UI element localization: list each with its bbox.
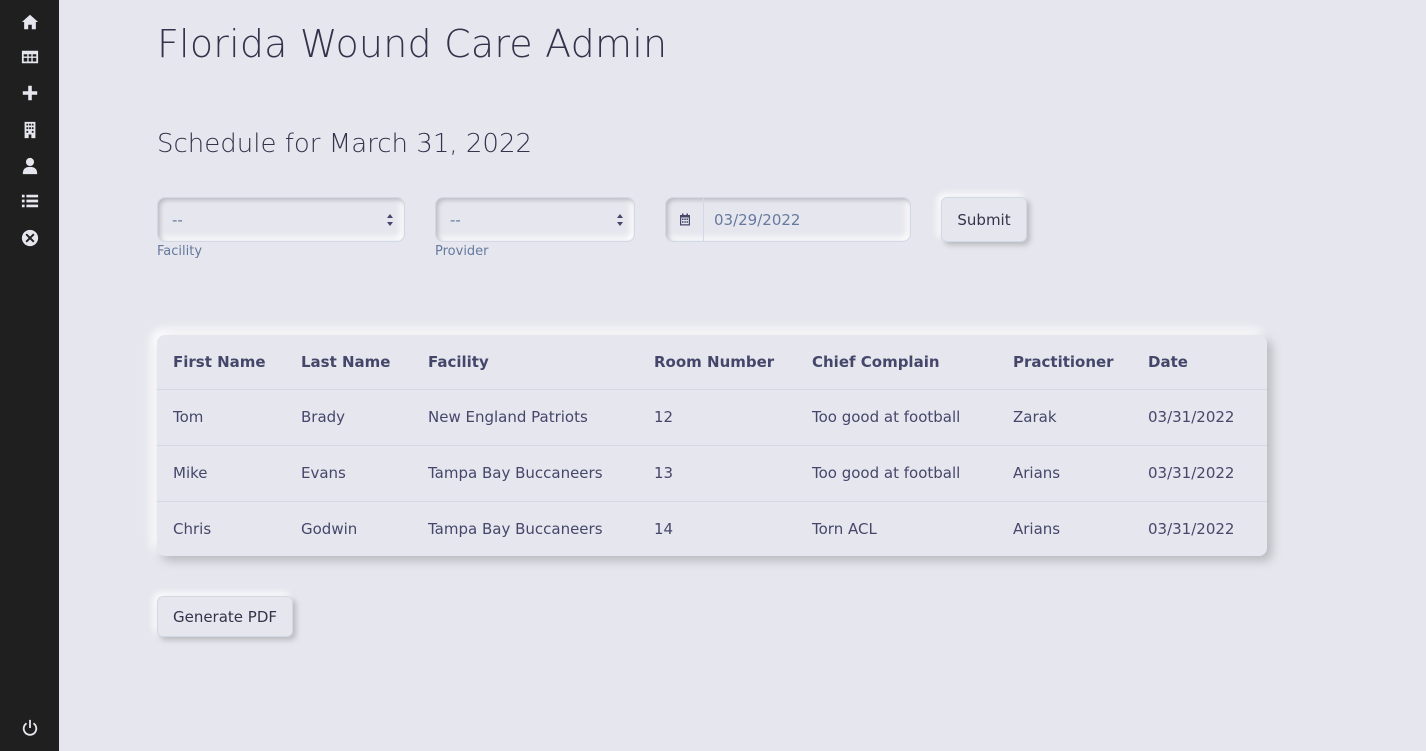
table-cell: Zarak — [997, 389, 1132, 446]
table-cell: Too good at football — [796, 445, 997, 502]
facility-select[interactable]: -- — [157, 197, 405, 242]
schedule-table: First Name Last Name Facility Room Numbe… — [157, 335, 1267, 556]
table-cell: Godwin — [301, 520, 358, 539]
table-cell: Evans — [285, 445, 412, 502]
power-icon[interactable] — [20, 718, 40, 738]
table-cell: Tampa Bay Buccaneers — [412, 445, 638, 502]
table-row[interactable]: Mike Evans Tampa Bay Buccaneers 13 Too g… — [157, 445, 1267, 502]
select-arrows-icon — [617, 214, 623, 226]
column-header[interactable]: Date — [1132, 335, 1267, 390]
doctor-icon[interactable] — [20, 156, 40, 176]
facility-label: Facility — [157, 244, 203, 259]
table-cell: Mike — [157, 445, 285, 502]
table-cell: 03/31/2022 — [1148, 520, 1235, 539]
table-cell: Tampa Bay Buccaneers — [428, 520, 603, 539]
column-header[interactable]: First Name — [157, 335, 285, 390]
column-header[interactable]: Practitioner — [997, 335, 1132, 390]
column-header[interactable]: Last Name — [285, 335, 412, 390]
plus-icon[interactable] — [20, 83, 40, 103]
table-cell: Chris — [173, 520, 212, 539]
building-icon[interactable] — [20, 120, 40, 140]
schedule-title: Schedule for March 31, 2022 — [157, 129, 533, 159]
table-row[interactable]: Chris Godwin Tampa Bay Buccaneers 14 Tor… — [157, 501, 1267, 556]
column-header[interactable]: Chief Complain — [796, 335, 997, 390]
date-picker[interactable]: 03/29/2022 — [665, 197, 911, 242]
table-cell: Tom — [157, 389, 285, 446]
close-circle-icon[interactable] — [20, 228, 40, 248]
table-cell: 14 — [654, 520, 674, 539]
table-row[interactable]: Tom Brady New England Patriots 12 Too go… — [157, 389, 1267, 446]
generate-pdf-button[interactable]: Generate PDF — [157, 596, 293, 637]
table-cell: Too good at football — [796, 389, 997, 446]
column-header[interactable]: Room Number — [638, 335, 796, 390]
table-cell: New England Patriots — [412, 389, 638, 446]
calendar-icon[interactable] — [666, 198, 704, 241]
main-content: Florida Wound Care Admin Schedule for Ma… — [59, 0, 1426, 751]
provider-select-value: -- — [450, 210, 461, 229]
table-icon[interactable] — [20, 47, 40, 67]
table-cell: Torn ACL — [812, 520, 877, 539]
table-cell: Arians — [997, 445, 1132, 502]
table-cell: Arians — [1013, 520, 1061, 539]
sidebar — [0, 0, 59, 751]
select-arrows-icon — [387, 214, 393, 226]
table-cell: 13 — [638, 445, 796, 502]
facility-select-value: -- — [172, 210, 183, 229]
table-cell: Brady — [285, 389, 412, 446]
table-cell: 03/31/2022 — [1132, 445, 1267, 502]
submit-button[interactable]: Submit — [941, 197, 1027, 242]
page-title: Florida Wound Care Admin — [157, 22, 668, 66]
column-header[interactable]: Facility — [412, 335, 638, 390]
date-input[interactable]: 03/29/2022 — [704, 198, 910, 241]
provider-select[interactable]: -- — [435, 197, 635, 242]
list-icon[interactable] — [20, 191, 40, 211]
table-cell: 12 — [638, 389, 796, 446]
provider-label: Provider — [435, 244, 489, 259]
table-cell: 03/31/2022 — [1132, 389, 1267, 446]
home-icon[interactable] — [20, 12, 40, 32]
table-header-row: First Name Last Name Facility Room Numbe… — [157, 335, 1267, 390]
